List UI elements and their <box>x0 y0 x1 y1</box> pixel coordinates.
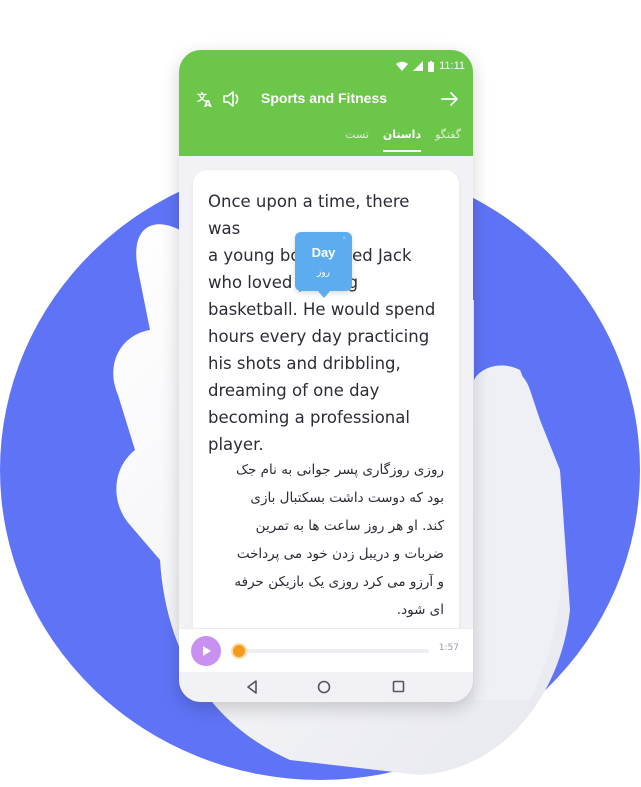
persian-line: روزی روزگاری پسر جوانی به نام جک <box>235 462 444 478</box>
arrow-right-icon[interactable] <box>441 91 459 107</box>
translate-icon[interactable]: 文 A <box>197 90 215 108</box>
tab-story[interactable]: داستان <box>382 128 422 152</box>
tooltip-translation: روز <box>316 268 331 278</box>
tab-bar: گفتگو داستان تست <box>345 128 461 152</box>
speaker-icon[interactable] <box>222 90 242 108</box>
svg-text:A: A <box>204 99 212 108</box>
recents-icon[interactable] <box>392 680 405 693</box>
english-line[interactable]: dreaming of one day <box>208 377 446 404</box>
home-icon[interactable] <box>317 680 331 694</box>
progress-knob[interactable] <box>231 643 247 659</box>
persian-line: و آرزو می کرد روزی یک بازیکن حرفه <box>234 574 444 590</box>
battery-icon <box>428 60 435 72</box>
english-line[interactable]: hours every day practicing <box>208 323 446 350</box>
back-icon[interactable] <box>246 680 258 694</box>
english-line[interactable]: becoming a professional <box>208 404 446 431</box>
audio-time: 1:57 <box>438 643 459 653</box>
status-bar: 11:11 <box>396 58 465 74</box>
app-header: 11:11 文 A Sports and Fitness گفتگو داستا… <box>179 50 473 156</box>
wifi-icon <box>396 61 409 71</box>
play-button[interactable] <box>191 636 221 666</box>
english-line[interactable]: basketball. He would spend <box>208 296 446 323</box>
word-tooltip[interactable]: ✕ Day روز <box>295 232 352 298</box>
persian-line: ضربات و دریبل زدن خود می پرداخت <box>236 546 444 562</box>
app-bar: 文 A Sports and Fitness <box>179 86 473 112</box>
tab-test[interactable]: تست <box>345 128 369 152</box>
app-title: Sports and Fitness <box>261 90 388 106</box>
signal-icon <box>413 61 424 71</box>
persian-line: ای شود. <box>396 602 444 618</box>
english-line[interactable]: player. <box>208 431 446 458</box>
english-line[interactable]: his shots and dribbling, <box>208 350 446 377</box>
tooltip-word: Day <box>311 245 336 260</box>
persian-line: بود که دوست داشت بسکتبال بازی <box>250 490 444 506</box>
tab-conversation[interactable]: گفتگو <box>435 128 461 152</box>
persian-text: روزی روزگاری پسر جوانی به نام جک بود که … <box>208 456 444 624</box>
status-time: 11:11 <box>439 60 465 72</box>
tooltip-close-icon[interactable]: ✕ <box>343 235 346 240</box>
english-text[interactable]: Once upon a time, there was a young boy … <box>208 188 446 458</box>
play-icon <box>203 646 211 656</box>
persian-line: کند. او هر روز ساعت ها به تمرین <box>255 518 444 534</box>
progress-track[interactable] <box>237 649 429 653</box>
audio-player: 1:57 <box>179 628 473 672</box>
system-nav-bar <box>179 672 473 702</box>
phone-screen: 11:11 文 A Sports and Fitness گفتگو داستا… <box>179 50 473 702</box>
